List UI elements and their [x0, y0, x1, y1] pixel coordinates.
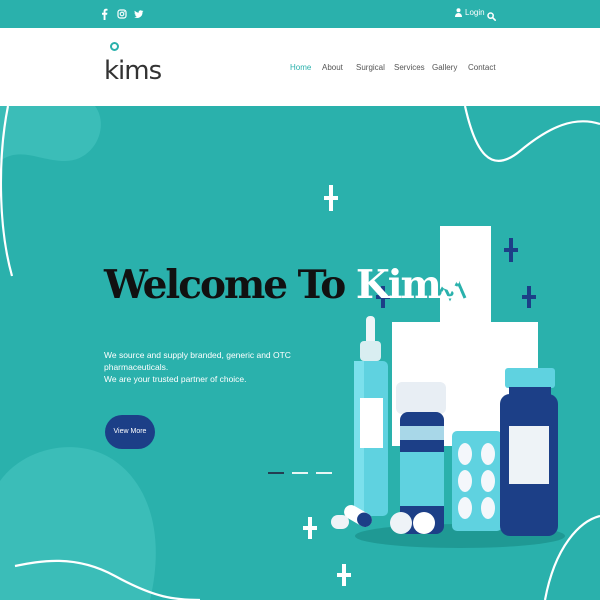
view-more-button[interactable]: View More: [105, 415, 155, 449]
logo-text: kims: [104, 56, 162, 86]
slide-indicator-2[interactable]: [292, 472, 308, 474]
nav-item-gallery[interactable]: Gallery: [432, 63, 457, 72]
hero-description-line1: We source and supply branded, generic an…: [104, 350, 291, 372]
logo-ring: [110, 42, 119, 51]
search-icon[interactable]: [487, 8, 496, 26]
main-navbar: kims Home About Surgical Services Galler…: [0, 28, 600, 106]
hero-description-line2: We are your trusted partner of choice.: [104, 374, 247, 384]
nav-item-contact[interactable]: Contact: [468, 63, 496, 72]
slide-indicator-1[interactable]: [268, 472, 284, 474]
hero-section: Welcome To Kims We source and supply bra…: [0, 106, 600, 600]
twitter-icon[interactable]: [134, 7, 144, 19]
hero-description: We source and supply branded, generic an…: [104, 349, 334, 385]
nav-item-home[interactable]: Home: [290, 63, 311, 72]
nav-item-surgical[interactable]: Surgical: [356, 63, 385, 72]
login-link[interactable]: Login: [455, 8, 485, 17]
facebook-icon[interactable]: [100, 7, 109, 20]
hero-title: Welcome To Kims: [104, 262, 462, 308]
user-icon: [455, 8, 462, 17]
hero-title-main: Welcome To: [104, 262, 346, 308]
hero-title-accent: Kims: [355, 262, 462, 308]
slider-indicators: [268, 472, 332, 474]
nav-item-services[interactable]: Services: [394, 63, 425, 72]
social-links: [100, 7, 144, 20]
instagram-icon[interactable]: [117, 7, 127, 19]
site-logo[interactable]: kims: [104, 42, 162, 92]
top-bar: Login: [0, 0, 600, 28]
login-label: Login: [465, 8, 485, 17]
slide-indicator-3[interactable]: [316, 472, 332, 474]
nav-item-about[interactable]: About: [322, 63, 343, 72]
